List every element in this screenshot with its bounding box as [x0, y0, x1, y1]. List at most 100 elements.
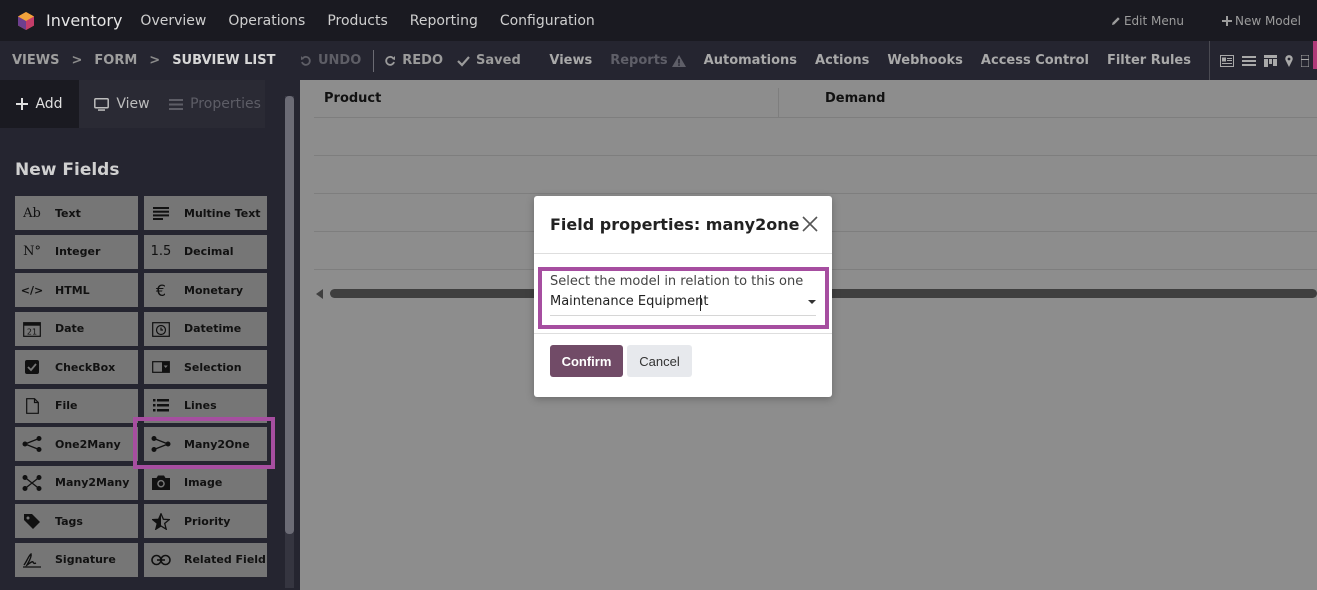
main-menu: Overview Operations Products Reporting C… [140, 13, 616, 29]
grid-view-icon[interactable] [1301, 54, 1309, 67]
close-icon[interactable] [802, 216, 818, 232]
redo-label: REDO [402, 53, 444, 68]
field-priority[interactable]: Priority [144, 504, 267, 538]
history-controls: UNDO REDO Saved [300, 49, 535, 72]
tab-add[interactable]: Add [0, 80, 79, 128]
reports-label: Reports [610, 53, 668, 68]
many2many-icon [15, 474, 49, 491]
studio-toolbar: VIEWS > FORM > SUBVIEW LIST UNDO REDO Sa… [0, 41, 1317, 80]
field-checkbox[interactable]: CheckBox [15, 350, 138, 384]
code-icon: </> [20, 283, 44, 297]
field-label: Priority [184, 514, 231, 528]
pencil-icon [1111, 16, 1120, 25]
text-lines-icon [144, 206, 178, 220]
tab-view[interactable]: View [79, 80, 165, 128]
map-pin-icon[interactable] [1285, 54, 1293, 67]
breadcrumb: VIEWS > FORM > SUBVIEW LIST [0, 53, 300, 68]
accent-strip [1313, 41, 1317, 69]
field-tags[interactable]: Tags [15, 504, 138, 538]
redo-icon [385, 55, 396, 66]
new-model-label: New Model [1234, 13, 1301, 28]
field-label: Monetary [184, 283, 244, 297]
navbar-right: Edit Menu New Model [1073, 14, 1317, 28]
form-view-icon[interactable] [1220, 54, 1234, 67]
field-label: Image [184, 476, 223, 489]
field-many2many[interactable]: Many2Many [15, 465, 138, 500]
studio-menu-reports[interactable]: Reports [610, 53, 686, 68]
field-datetime[interactable]: Datetime [144, 311, 267, 346]
field-signature[interactable]: Signature [15, 542, 138, 577]
field-label: Signature [55, 553, 116, 566]
studio-menu-filter-rules[interactable]: Filter Rules [1107, 53, 1191, 68]
field-monetary[interactable]: € Monetary [144, 273, 267, 307]
studio-sidebar: Add View Properties New Fields Ab Text Mu… [0, 80, 300, 590]
sidebar-scrollbar[interactable] [285, 96, 294, 534]
confirm-button[interactable]: Confirm [550, 345, 623, 377]
new-fields-title: New Fields [15, 160, 120, 180]
menu-reporting[interactable]: Reporting [410, 13, 478, 29]
dialog-title: Field properties: many2one [550, 215, 800, 234]
menu-overview[interactable]: Overview [140, 13, 206, 29]
field-palette: Ab Text Multine Text N° Integer 1.5 Decimal… [15, 196, 275, 577]
undo-button[interactable]: UNDO [300, 53, 361, 68]
breadcrumb-subview-list: SUBVIEW LIST [172, 53, 276, 68]
field-decimal[interactable]: 1.5 Decimal [144, 234, 267, 269]
calendar-icon: 21 [15, 321, 49, 337]
new-model-button[interactable]: New Model [1221, 13, 1301, 28]
kanban-view-icon[interactable] [1264, 54, 1277, 67]
field-integer[interactable]: N° Integer [15, 234, 138, 269]
plus-icon [16, 98, 29, 110]
field-file[interactable]: File [15, 388, 138, 423]
one2many-icon [15, 436, 49, 452]
column-demand[interactable]: Demand [825, 91, 886, 106]
field-label: Datetime [184, 322, 242, 335]
scroll-left-arrow[interactable] [316, 289, 323, 299]
field-label: CheckBox [55, 360, 116, 374]
tab-add-label: Add [35, 96, 63, 112]
sidebar-tabs: Add View Properties [0, 80, 300, 128]
field-text[interactable]: Ab Text [15, 196, 138, 230]
euro-icon: € [155, 280, 167, 300]
field-label: Tags [55, 514, 83, 528]
column-product[interactable]: Product [324, 91, 381, 106]
studio-menu-actions[interactable]: Actions [815, 53, 869, 68]
column-divider [778, 88, 779, 118]
breadcrumb-form[interactable]: FORM [94, 53, 137, 68]
field-date[interactable]: 21 Date [15, 311, 138, 346]
studio-menu-access-control[interactable]: Access Control [981, 53, 1089, 68]
field-html[interactable]: </> HTML [15, 273, 138, 307]
app-brand[interactable]: Inventory [0, 0, 122, 41]
studio-menu-webhooks[interactable]: Webhooks [887, 53, 963, 68]
tab-properties[interactable]: Properties [165, 80, 265, 128]
menu-products[interactable]: Products [327, 13, 387, 29]
view-type-switcher [1209, 41, 1317, 80]
link-icon [144, 554, 178, 566]
studio-menu-views[interactable]: Views [549, 53, 592, 68]
list-view-icon[interactable] [1242, 55, 1256, 67]
edit-menu-button[interactable]: Edit Menu [1111, 14, 1184, 28]
integer-field-icon: N° [23, 244, 41, 259]
studio-menu: Views Reports Automations Actions Webhoo… [549, 41, 1317, 80]
signature-icon [15, 552, 49, 568]
field-image[interactable]: Image [144, 465, 267, 500]
field-multiline-text[interactable]: Multine Text [144, 196, 267, 230]
undo-icon [301, 55, 311, 66]
field-related-field[interactable]: Related Field [144, 542, 267, 577]
field-one2many[interactable]: One2Many [15, 427, 138, 461]
model-select-highlight [538, 267, 829, 329]
studio-menu-automations[interactable]: Automations [704, 53, 797, 68]
field-label: Many2Many [55, 476, 130, 489]
cancel-button[interactable]: Cancel [627, 345, 692, 377]
tag-icon [15, 513, 49, 529]
breadcrumb-views[interactable]: VIEWS [12, 53, 59, 68]
menu-configuration[interactable]: Configuration [500, 13, 595, 29]
field-label: One2Many [55, 437, 121, 451]
monitor-icon [94, 97, 110, 111]
redo-button[interactable]: REDO [384, 53, 443, 68]
many2one-highlight [133, 417, 275, 469]
menu-operations[interactable]: Operations [228, 13, 305, 29]
edit-menu-label: Edit Menu [1123, 13, 1184, 28]
history-divider [373, 49, 375, 72]
field-selection[interactable]: Selection [144, 350, 267, 384]
field-label: Lines [184, 399, 217, 412]
